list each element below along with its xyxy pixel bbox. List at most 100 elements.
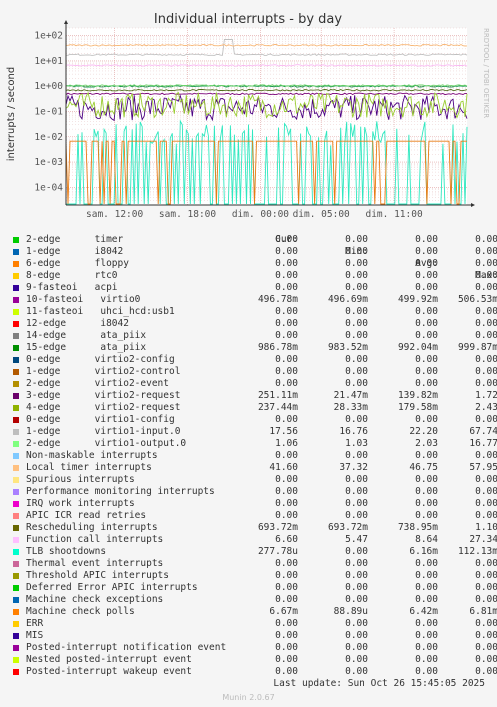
legend-avg: 0.00 bbox=[415, 486, 438, 497]
legend-label: Posted-interrupt wakeup event bbox=[26, 666, 192, 677]
legend-swatch bbox=[13, 657, 19, 663]
legend-row: APIC ICR read retries 0.00 0.00 0.00 0.00 bbox=[12, 510, 497, 522]
legend-swatch bbox=[13, 333, 19, 339]
legend-max: 0.00 bbox=[475, 330, 497, 341]
legend-row: 2-edge virtio2-event 0.00 0.00 0.00 0.00 bbox=[12, 378, 497, 390]
legend-min: 88.89u bbox=[333, 606, 368, 617]
legend-max: 999.87m bbox=[457, 342, 497, 353]
legend-row: 12-edge i8042 0.00 0.00 0.00 0.00 bbox=[12, 318, 497, 330]
legend-max: 0.00 bbox=[475, 270, 497, 281]
legend-max: 0.00 bbox=[475, 666, 497, 677]
legend-swatch bbox=[13, 477, 19, 483]
legend-cur: 0.00 bbox=[275, 498, 298, 509]
legend-avg: 0.00 bbox=[415, 666, 438, 677]
legend-label: 14-edge ata_piix bbox=[26, 330, 147, 341]
legend-min: 0.00 bbox=[345, 570, 368, 581]
legend-row: 11-fasteoi uhci_hcd:usb1 0.00 0.00 0.00 0.00 bbox=[12, 306, 497, 318]
legend-min: 0.00 bbox=[345, 654, 368, 665]
legend-min: 0.00 bbox=[345, 558, 368, 569]
legend-row: Thermal event interrupts 0.00 0.00 0.00 0.00 bbox=[12, 558, 497, 570]
legend-label: TLB shootdowns bbox=[26, 546, 107, 557]
legend-avg: 2.03 bbox=[415, 438, 438, 449]
legend-cur: 6.60 bbox=[275, 534, 298, 545]
interrupts-chart: Individual interrupts - by day interrupt… bbox=[6, 12, 490, 220]
legend-max: 506.53m bbox=[457, 294, 497, 305]
legend-label: MIS bbox=[26, 630, 44, 641]
legend-swatch bbox=[13, 573, 19, 579]
legend-max: 6.81m bbox=[469, 606, 497, 617]
legend-rows: 2-edge timer 0.00 0.00 0.00 0.00 1-edge i8042… bbox=[12, 234, 497, 678]
legend-swatch bbox=[13, 393, 19, 399]
legend-row: 0-edge virtio2-config 0.00 0.00 0.00 0.00 bbox=[12, 354, 497, 366]
legend-max: 0.00 bbox=[475, 354, 497, 365]
legend-swatch bbox=[13, 453, 19, 459]
legend-min: 0.00 bbox=[345, 666, 368, 677]
legend-swatch bbox=[13, 669, 19, 675]
y-axis-arrow bbox=[64, 20, 68, 24]
legend-avg: 0.00 bbox=[415, 246, 438, 257]
legend-min: 1.03 bbox=[345, 438, 368, 449]
x-tick-label: sam. 12:00 bbox=[86, 209, 143, 220]
legend-min: 0.00 bbox=[345, 330, 368, 341]
x-tick-label: sam. 18:00 bbox=[159, 209, 216, 220]
legend-max: 0.00 bbox=[475, 282, 497, 293]
legend-swatch bbox=[13, 309, 19, 315]
last-update: Last update: Sun Oct 26 15:45:05 2025 bbox=[0, 678, 497, 689]
legend-min: 0.00 bbox=[345, 498, 368, 509]
legend-row: 1-edge virtio1-input.0 17.56 16.76 22.20 67.… bbox=[12, 426, 497, 438]
legend-swatch bbox=[13, 273, 19, 279]
legend-row: Non-maskable interrupts 0.00 0.00 0.00 0.00 bbox=[12, 450, 497, 462]
legend-label: 0-edge virtio1-config bbox=[26, 414, 175, 425]
legend-max: 67.74 bbox=[469, 426, 497, 437]
legend-min: 21.47m bbox=[333, 390, 368, 401]
x-tick-label: dim. 00:00 bbox=[232, 209, 289, 220]
legend-cur: 693.72m bbox=[257, 522, 298, 533]
legend-label: Nested posted-interrupt event bbox=[26, 654, 192, 665]
legend-swatch bbox=[13, 261, 19, 267]
legend-max: 0.00 bbox=[475, 414, 497, 425]
legend-swatch bbox=[13, 585, 19, 591]
legend-label: Posted-interrupt notification event bbox=[26, 642, 227, 653]
legend-cur: 0.00 bbox=[275, 306, 298, 317]
legend-max: 0.00 bbox=[475, 498, 497, 509]
legend-label: 0-edge virtio2-config bbox=[26, 354, 175, 365]
legend-swatch bbox=[13, 249, 19, 255]
legend-cur: 0.00 bbox=[275, 654, 298, 665]
legend-avg: 179.58m bbox=[397, 402, 438, 413]
legend-min: 496.69m bbox=[327, 294, 368, 305]
legend-row: Deferred Error APIC interrupts 0.00 0.00 0.… bbox=[12, 582, 497, 594]
legend-min: 0.00 bbox=[345, 630, 368, 641]
legend-min: 0.00 bbox=[345, 450, 368, 461]
legend-row: Threshold APIC interrupts 0.00 0.00 0.00 0.0… bbox=[12, 570, 497, 582]
legend-max: 0.00 bbox=[475, 570, 497, 581]
legend-swatch bbox=[13, 405, 19, 411]
legend-row: MIS 0.00 0.00 0.00 0.00 bbox=[12, 630, 497, 642]
legend-row: 0-edge virtio1-config 0.00 0.00 0.00 0.00 bbox=[12, 414, 497, 426]
legend-max: 0.00 bbox=[475, 366, 497, 377]
legend-min: 0.00 bbox=[345, 546, 368, 557]
legend-avg: 0.00 bbox=[415, 618, 438, 629]
legend-cur: 0.00 bbox=[275, 582, 298, 593]
legend-min: 0.00 bbox=[345, 594, 368, 605]
legend-cur: 0.00 bbox=[275, 666, 298, 677]
legend-label: 1-edge i8042 bbox=[26, 246, 124, 257]
legend-row: Performance monitoring interrupts 0.00 0.0… bbox=[12, 486, 497, 498]
legend-avg: 0.00 bbox=[415, 558, 438, 569]
legend-label: Thermal event interrupts bbox=[26, 558, 164, 569]
legend-cur: 0.00 bbox=[275, 234, 298, 245]
legend-max: 0.00 bbox=[475, 618, 497, 629]
legend-label: Non-maskable interrupts bbox=[26, 450, 158, 461]
legend-avg: 0.00 bbox=[415, 450, 438, 461]
legend-cur: 0.00 bbox=[275, 510, 298, 521]
legend-cur: 0.00 bbox=[275, 246, 298, 257]
legend-min: 0.00 bbox=[345, 282, 368, 293]
legend-label: 4-edge virtio2-request bbox=[26, 402, 181, 413]
legend-label: ERR bbox=[26, 618, 44, 629]
legend-max: 0.00 bbox=[475, 654, 497, 665]
legend-max: 1.72 bbox=[475, 390, 497, 401]
legend-swatch bbox=[13, 513, 19, 519]
legend-swatch bbox=[13, 285, 19, 291]
y-axis-label: interrupts / second bbox=[6, 67, 17, 161]
legend-max: 0.00 bbox=[475, 234, 497, 245]
legend-max: 0.00 bbox=[475, 450, 497, 461]
